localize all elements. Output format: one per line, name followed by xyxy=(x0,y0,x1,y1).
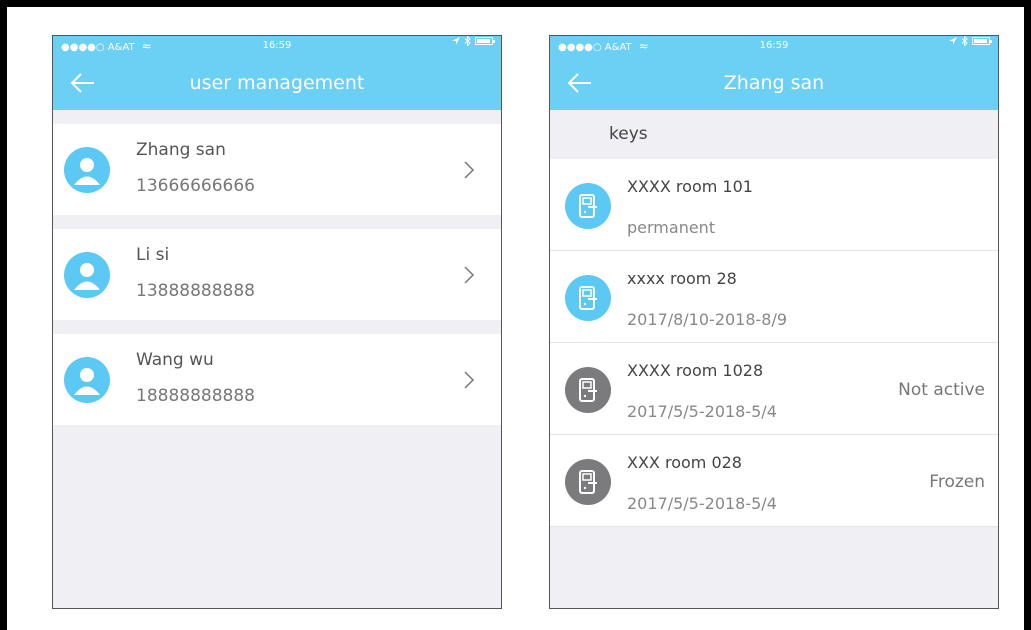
key-row-room-101[interactable]: XXXX room 101 permanent xyxy=(550,159,998,251)
user-name: Wang wu xyxy=(136,350,214,370)
battery-icon xyxy=(475,37,495,45)
user-row-zhang-san[interactable]: Zhang san 13666666666 xyxy=(53,124,501,215)
key-room-name: xxxx room 28 xyxy=(627,269,737,288)
key-row-room-1028[interactable]: XXXX room 1028 2017/5/5-2018-5/4 Not act… xyxy=(550,343,998,435)
user-phone: 13666666666 xyxy=(136,176,255,196)
user-name: Zhang san xyxy=(136,140,226,160)
page-title: Zhang san xyxy=(723,72,825,94)
top-bar: ●●●●○ A&AT ≈ 16:59 user management xyxy=(53,36,501,110)
key-row-room-28[interactable]: xxxx room 28 2017/8/10-2018-8/9 xyxy=(550,251,998,343)
user-avatar-icon xyxy=(64,357,110,403)
user-avatar-icon xyxy=(64,147,110,193)
keys-section-header: keys xyxy=(609,124,648,144)
bluetooth-icon xyxy=(961,36,968,46)
key-validity: 2017/5/5-2018-5/4 xyxy=(627,494,777,513)
key-row-room-028[interactable]: XXX room 028 2017/5/5-2018-5/4 Frozen xyxy=(550,435,998,527)
key-status: Not active xyxy=(898,380,985,400)
chevron-right-icon xyxy=(459,158,479,182)
location-arrow-icon xyxy=(452,37,460,45)
nav-bar: Zhang san xyxy=(550,56,998,110)
door-lock-icon xyxy=(565,183,611,229)
key-validity: permanent xyxy=(627,218,716,237)
user-row-wang-wu[interactable]: Wang wu 18888888888 xyxy=(53,334,501,425)
user-management-screen: ●●●●○ A&AT ≈ 16:59 user management Zhang… xyxy=(52,35,502,609)
door-lock-icon xyxy=(565,275,611,321)
key-status: Frozen xyxy=(929,472,985,492)
status-time: 16:59 xyxy=(759,40,789,51)
key-room-name: XXXX room 1028 xyxy=(627,361,764,380)
user-row-li-si[interactable]: Li si 13888888888 xyxy=(53,229,501,320)
key-room-name: XXX room 028 xyxy=(627,453,742,472)
chevron-right-icon xyxy=(459,368,479,392)
user-phone: 18888888888 xyxy=(136,386,255,406)
user-name: Li si xyxy=(136,245,170,265)
page-title: user management xyxy=(189,72,365,94)
bluetooth-icon xyxy=(464,36,471,46)
door-lock-icon xyxy=(565,367,611,413)
status-bar: ●●●●○ A&AT ≈ 16:59 xyxy=(550,36,998,56)
location-arrow-icon xyxy=(949,37,957,45)
door-lock-icon xyxy=(565,459,611,505)
battery-icon xyxy=(972,37,992,45)
key-room-name: XXXX room 101 xyxy=(627,177,753,196)
top-bar: ●●●●○ A&AT ≈ 16:59 Zhang san xyxy=(550,36,998,110)
user-avatar-icon xyxy=(64,252,110,298)
user-phone: 13888888888 xyxy=(136,281,255,301)
status-bar: ●●●●○ A&AT ≈ 16:59 xyxy=(53,36,501,56)
status-time: 16:59 xyxy=(262,40,292,51)
user-keys-screen: ●●●●○ A&AT ≈ 16:59 Zhang san keys XXXX r… xyxy=(549,35,999,609)
user-list: Zhang san 13666666666 Li si 13888888888 … xyxy=(53,124,501,425)
chevron-right-icon xyxy=(459,263,479,287)
key-validity: 2017/5/5-2018-5/4 xyxy=(627,402,777,421)
key-list: XXXX room 101 permanent xxxx room 28 201… xyxy=(550,159,998,527)
nav-bar: user management xyxy=(53,56,501,110)
key-validity: 2017/8/10-2018-8/9 xyxy=(627,310,788,329)
